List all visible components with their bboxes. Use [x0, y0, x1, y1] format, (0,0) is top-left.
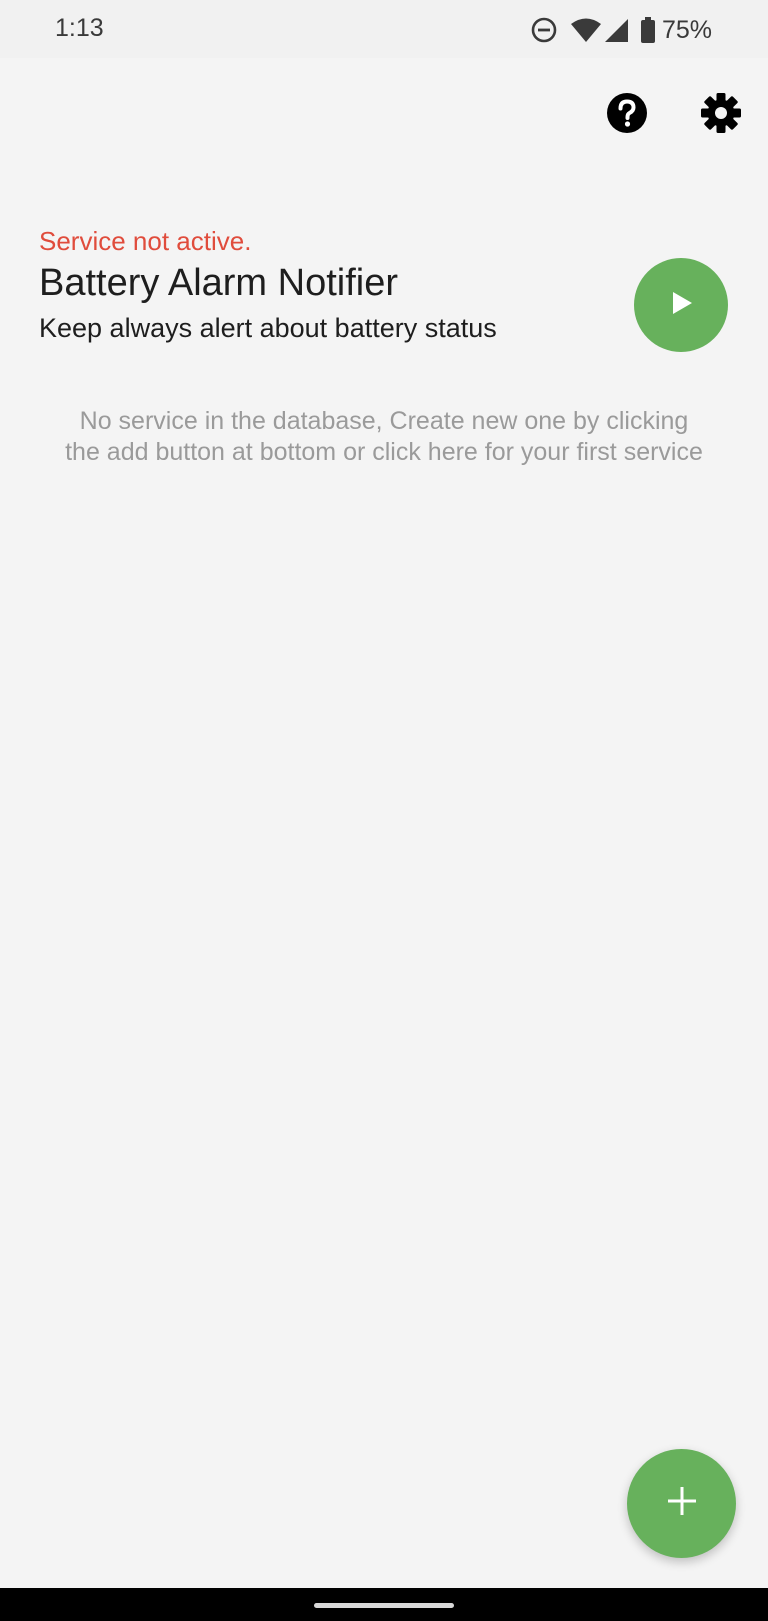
home-gesture-handle[interactable] [314, 1603, 454, 1608]
status-icons: 75% [530, 14, 712, 46]
battery-icon [640, 16, 656, 44]
add-service-button[interactable] [627, 1449, 736, 1558]
navigation-bar [0, 1588, 768, 1621]
status-bar: 1:13 75% [0, 0, 768, 58]
play-icon [667, 289, 695, 322]
gear-icon[interactable] [699, 91, 743, 135]
plus-icon [665, 1484, 699, 1523]
empty-state-message[interactable]: No service in the database, Create new o… [60, 406, 708, 468]
wifi-icon [570, 16, 602, 44]
service-status: Service not active. [39, 226, 252, 256]
start-service-button[interactable] [634, 258, 728, 352]
app-title: Battery Alarm Notifier [39, 262, 398, 304]
cellular-signal-icon [604, 16, 630, 44]
do-not-disturb-icon [530, 16, 558, 44]
app-subtitle: Keep always alert about battery status [39, 313, 497, 343]
battery-percent: 75% [661, 15, 712, 44]
status-time: 1:13 [55, 14, 104, 42]
help-icon[interactable] [605, 91, 649, 135]
